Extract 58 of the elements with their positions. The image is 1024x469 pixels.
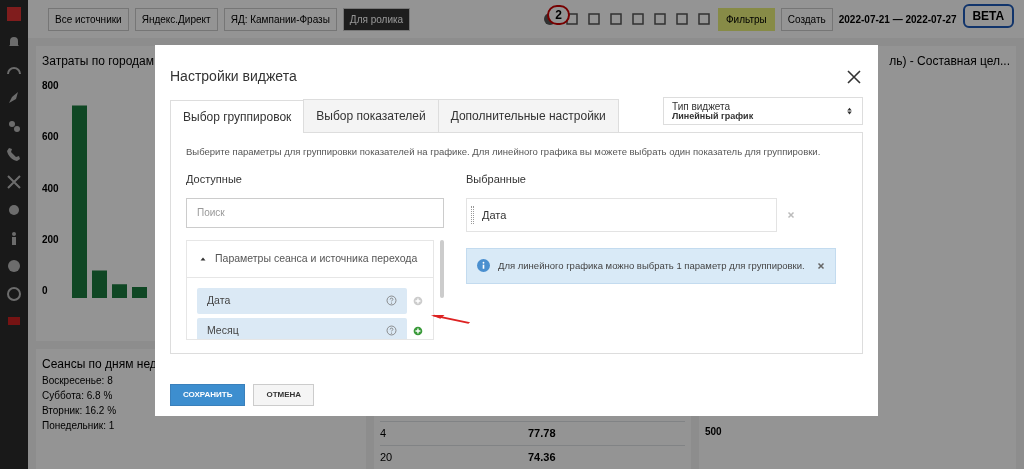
bar [131,287,147,298]
cancel-button[interactable]: ОТМЕНА [253,384,315,406]
tools-icon[interactable] [6,174,22,190]
table-cell-text: 4 [380,426,388,442]
toolbar-button[interactable]: Яндекс.Директ [134,7,218,31]
selected-item[interactable]: Дата [466,197,777,232]
close-button[interactable] [845,67,863,86]
axis-tick-label: 800 [42,79,59,93]
list-item[interactable]: Дата [197,287,408,314]
pie-label: Воскресенье: 8 [42,374,113,388]
column-heading: Выбранные [466,172,527,188]
toolbar-button[interactable]: Для ролика [342,7,411,31]
gears-icon[interactable] [6,118,22,134]
alert-text: Для линейного графика можно выбрать 1 параметр для группировки. [498,258,806,273]
scrollbar[interactable] [440,239,444,298]
chart-title: Затраты по городам [42,53,155,70]
axis-tick-label: 600 [42,130,59,145]
pie-label: Понедельник: 1 [42,419,115,433]
filter-button[interactable]: Фильтры [717,7,775,31]
column-heading: Доступные [186,172,243,188]
beta-badge: BETA [962,4,1014,29]
modal-title: Настройки виджета [170,67,297,86]
sort-arrows-icon [845,105,854,117]
axis-tick-label: 400 [42,181,59,196]
item-label: Дата [207,292,231,308]
description-text: Выберите параметры для группировки показателей на графике. Для линейного графика вы можете выбрать один показатель для группировки. [186,145,822,159]
date-range[interactable]: 2022-07-21 — 2022-07-27 [838,11,957,27]
tab[interactable]: Дополнительные настройки [437,99,619,132]
item-label: Дата [482,207,507,223]
chart-title: ль) - Составная цел... [888,53,1010,70]
toolbar-button[interactable]: Все источники [48,7,129,31]
toolbar-button[interactable]: ЯД: Кампании-Фразы [223,7,337,31]
pie-label: Вторник: 16.2 % [42,404,117,418]
table-cell-text: 74.36 [528,450,557,466]
save-button[interactable]: СОХРАНИТЬ [170,384,246,406]
table-cell-text: 20 [380,450,394,466]
bar [91,270,107,298]
close-icon [846,69,862,86]
axis-tick-label: 500 [705,425,723,439]
info-icon [477,259,490,273]
list-item[interactable]: Месяц [197,317,408,339]
axis-tick-label: 200 [42,232,59,247]
logo-icon[interactable] [6,6,22,22]
item-label: Месяц [207,322,239,338]
axis-tick-label: 0 [42,284,49,298]
create-button[interactable]: Создать [780,7,833,31]
bar [111,284,127,298]
tab[interactable]: Выбор показателей [303,99,439,132]
search-field[interactable]: Поиск [186,197,444,228]
close-icon[interactable] [817,261,825,270]
widget-type-select[interactable]: Тип виджета Линейный график [663,97,863,125]
remove-icon[interactable] [787,210,795,219]
tab[interactable]: Выбор группировок [170,100,305,133]
notification-badge: 2 [547,4,570,25]
pie-label: Суббота: 6.8 % [42,389,113,403]
drag-handle-icon[interactable] [471,205,474,224]
phone-icon[interactable] [6,146,22,162]
table-cell-text: 77.78 [528,426,557,442]
